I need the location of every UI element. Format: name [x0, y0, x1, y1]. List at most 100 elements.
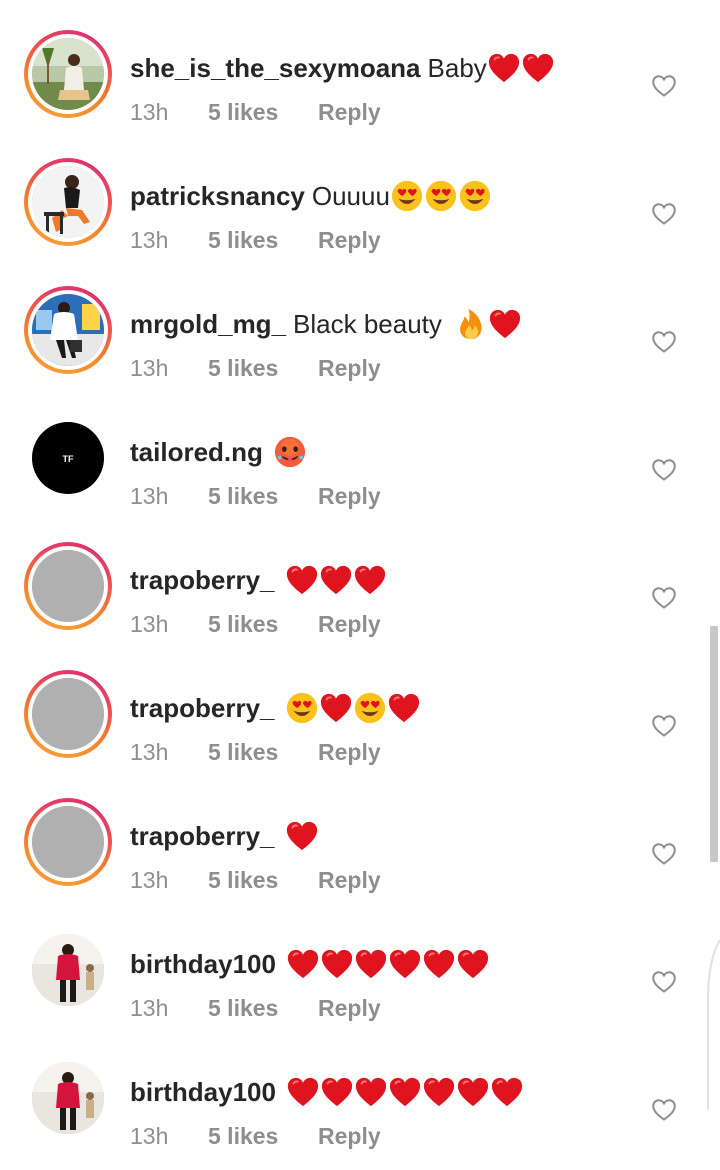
likes-count-link[interactable]: 5 likes [208, 739, 318, 766]
red-heart-emoji-icon [488, 307, 522, 341]
red-heart-emoji-icon [320, 1075, 354, 1109]
like-heart-icon[interactable] [651, 329, 677, 355]
comment-text: Black beauty [293, 306, 522, 342]
comment-timestamp: 13h [130, 738, 169, 765]
avatar[interactable] [32, 38, 104, 110]
avatar[interactable] [32, 294, 104, 366]
comment-text-words: Black beauty [293, 309, 442, 339]
comment-body: birthday100 [130, 946, 490, 982]
red-heart-emoji-icon [422, 947, 456, 981]
username-link[interactable]: mrgold_mg_ [130, 306, 286, 342]
red-heart-emoji-icon [388, 1075, 422, 1109]
comment-text [285, 691, 421, 725]
comment-row: trapoberry_ 13h 5 likes Reply [0, 786, 720, 914]
bottom-sheet-edge [706, 939, 720, 1110]
avatar-wrapper[interactable] [24, 926, 112, 1014]
comment-body: trapoberry_ [130, 690, 421, 726]
red-heart-emoji-icon [490, 1075, 524, 1109]
username-link[interactable]: patricksnancy [130, 178, 305, 214]
like-heart-icon[interactable] [651, 1097, 677, 1123]
likes-count-link[interactable]: 5 likes [208, 99, 318, 126]
comment-meta: 13h 5 likes Reply [130, 606, 381, 642]
likes-count-link[interactable]: 5 likes [208, 867, 318, 894]
red-heart-emoji-icon [388, 947, 422, 981]
comment-text: Ouuuu [312, 178, 492, 214]
like-heart-icon[interactable] [651, 585, 677, 611]
reply-button[interactable]: Reply [318, 1123, 381, 1150]
username-link[interactable]: birthday100 [130, 946, 276, 982]
avatar[interactable]: TF [32, 422, 104, 494]
username-link[interactable]: birthday100 [130, 1074, 276, 1110]
heart-eyes-emoji-icon [285, 691, 319, 725]
comment-row: trapoberry_ 13h 5 likes Reply [0, 530, 720, 658]
username-link[interactable]: trapoberry_ [130, 562, 275, 598]
username-link[interactable]: tailored.ng [130, 434, 263, 470]
comment-row: trapoberry_ 13h 5 likes Reply [0, 658, 720, 786]
comment-timestamp: 13h [130, 98, 169, 125]
avatar-wrapper[interactable] [24, 1054, 112, 1142]
scrollbar[interactable] [710, 626, 718, 862]
reply-button[interactable]: Reply [318, 99, 381, 126]
avatar[interactable] [32, 166, 104, 238]
avatar[interactable] [32, 806, 104, 878]
red-heart-emoji-icon [286, 947, 320, 981]
red-heart-emoji-icon [285, 563, 319, 597]
comment-meta: 13h 5 likes Reply [130, 222, 381, 258]
avatar-story-ring[interactable] [24, 30, 112, 118]
comment-body: she_is_the_sexymoana Baby [130, 50, 555, 86]
like-heart-icon[interactable] [651, 457, 677, 483]
like-heart-icon[interactable] [651, 841, 677, 867]
comment-body: mrgold_mg_ Black beauty [130, 306, 522, 342]
like-heart-icon[interactable] [651, 713, 677, 739]
avatar-story-ring[interactable] [24, 542, 112, 630]
avatar[interactable] [32, 678, 104, 750]
avatar[interactable] [32, 1062, 104, 1134]
reply-button[interactable]: Reply [318, 611, 381, 638]
comment-text-words: Ouuuu [311, 181, 390, 211]
like-heart-icon[interactable] [651, 969, 677, 995]
avatar-story-ring[interactable] [24, 158, 112, 246]
reply-button[interactable]: Reply [318, 995, 381, 1022]
comment-row: TF tailored.ng 13h 5 likes Reply [0, 402, 720, 530]
red-heart-emoji-icon [319, 563, 353, 597]
red-heart-emoji-icon [319, 691, 353, 725]
like-heart-icon[interactable] [651, 73, 677, 99]
reply-button[interactable]: Reply [318, 227, 381, 254]
avatar-ring-gap: TF [24, 414, 112, 502]
comment-row: birthday100 13h 5 likes Reply [0, 914, 720, 1042]
like-heart-icon[interactable] [651, 201, 677, 227]
likes-count-link[interactable]: 5 likes [208, 1123, 318, 1150]
username-link[interactable]: trapoberry_ [130, 818, 275, 854]
reply-button[interactable]: Reply [318, 483, 381, 510]
comment-timestamp: 13h [130, 354, 169, 381]
likes-count-link[interactable]: 5 likes [208, 355, 318, 382]
comment-row: she_is_the_sexymoana Baby 13h 5 likes Reply [0, 18, 720, 146]
reply-button[interactable]: Reply [318, 867, 381, 894]
reply-button[interactable]: Reply [318, 355, 381, 382]
username-link[interactable]: she_is_the_sexymoana [130, 50, 421, 86]
comment-body: tailored.ng [130, 434, 307, 470]
red-heart-emoji-icon [354, 1075, 388, 1109]
avatar[interactable] [32, 550, 104, 622]
red-heart-emoji-icon [456, 947, 490, 981]
avatar-ring-gap [28, 34, 108, 114]
likes-count-link[interactable]: 5 likes [208, 227, 318, 254]
comment-meta: 13h 5 likes Reply [130, 734, 381, 770]
likes-count-link[interactable]: 5 likes [208, 611, 318, 638]
comment-text [285, 819, 319, 853]
avatar[interactable] [32, 934, 104, 1006]
red-heart-emoji-icon [354, 947, 388, 981]
avatar-story-ring[interactable] [24, 798, 112, 886]
avatar-ring-gap [28, 546, 108, 626]
avatar-wrapper[interactable]: TF [24, 414, 112, 502]
likes-count-link[interactable]: 5 likes [208, 995, 318, 1022]
comment-row: birthday100 13h 5 likes Reply [0, 1042, 720, 1170]
avatar-story-ring[interactable] [24, 286, 112, 374]
avatar-story-ring[interactable] [24, 670, 112, 758]
heart-eyes-emoji-icon [424, 179, 458, 213]
reply-button[interactable]: Reply [318, 739, 381, 766]
username-link[interactable]: trapoberry_ [130, 690, 275, 726]
comment-row: patricksnancy Ouuuu 13h 5 likes Reply [0, 146, 720, 274]
likes-count-link[interactable]: 5 likes [208, 483, 318, 510]
comment-meta: 13h 5 likes Reply [130, 990, 381, 1026]
